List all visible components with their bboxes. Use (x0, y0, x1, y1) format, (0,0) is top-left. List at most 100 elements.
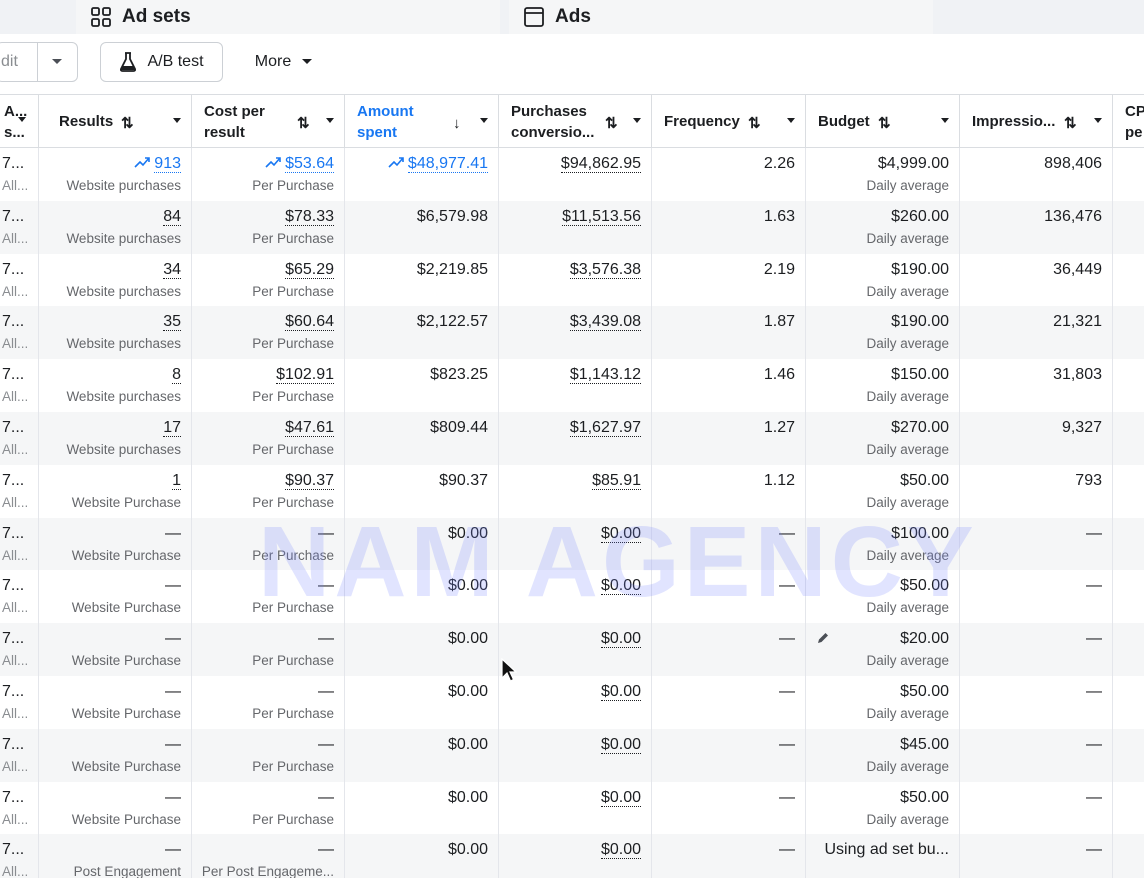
purchases-conversion-value[interactable]: $0.00 (600, 735, 641, 754)
purchases-conversion-link[interactable]: $0.00 (600, 683, 641, 701)
results-link[interactable]: 84 (163, 207, 181, 226)
column-header-results[interactable]: Results ⇅ (39, 95, 192, 147)
row-name-cell[interactable]: 7... All... (0, 253, 39, 307)
purchases-conversion-link[interactable]: $3,576.38 (569, 260, 641, 279)
purchases-conversion-value[interactable]: $3,576.38 (569, 260, 641, 279)
amount-spent-cell[interactable]: $809.44 (345, 412, 499, 465)
budget-cell[interactable]: $260.00 Daily average (806, 200, 960, 254)
table-row[interactable]: 7... All... 17 Website purchases $47.61 Per P… (0, 412, 1144, 465)
cost-per-result-value[interactable]: — (318, 789, 334, 807)
cost-per-result-value[interactable]: $90.37 (285, 471, 334, 490)
purchases-conversion-link[interactable]: $3,439.08 (569, 313, 641, 332)
cost-per-result-cell[interactable]: $90.37 Per Purchase (192, 464, 345, 518)
cost-per-result-cell[interactable]: $65.29 Per Purchase (192, 253, 345, 307)
cost-per-result-cell[interactable]: $53.64 Per Purchase (192, 148, 345, 201)
table-row[interactable]: 7... All... — Website Purchase — Per Purchase… (0, 570, 1144, 624)
frequency-cell[interactable]: 1.46 (652, 359, 806, 412)
cost-per-result-cell[interactable]: — Per Purchase (192, 781, 345, 835)
row-name-cell[interactable]: 7... All... (0, 676, 39, 729)
results-cell[interactable]: — Website Purchase (39, 570, 192, 624)
cost-per-result-cell[interactable]: — Per Purchase (192, 623, 345, 676)
purchases-conversion-cell[interactable]: $11,513.56 (499, 200, 652, 254)
cost-per-result-link[interactable]: $47.61 (285, 419, 334, 437)
results-value[interactable]: — (165, 577, 181, 595)
results-link[interactable]: 35 (163, 313, 181, 332)
purchases-conversion-cell[interactable]: $3,576.38 (499, 253, 652, 307)
cost-per-result-value[interactable]: $53.64 (265, 155, 334, 173)
results-cell[interactable]: — Post Engagement (39, 834, 192, 878)
frequency-cell[interactable]: — (652, 834, 806, 878)
results-cell[interactable]: 1 Website Purchase (39, 464, 192, 518)
purchases-conversion-link[interactable]: $94,862.95 (560, 155, 641, 173)
row-name-cell[interactable]: 7... All... (0, 834, 39, 878)
results-cell[interactable]: 34 Website purchases (39, 253, 192, 307)
table-row[interactable]: 7... All... 35 Website purchases $60.64 Per P… (0, 306, 1144, 360)
purchases-conversion-value[interactable]: $94,862.95 (560, 155, 641, 173)
budget-cell[interactable]: $50.00 Daily average (806, 676, 960, 729)
cost-per-result-cell[interactable]: $102.91 Per Purchase (192, 359, 345, 412)
purchases-conversion-link[interactable]: $0.00 (600, 577, 641, 596)
cost-per-result-value[interactable]: — (318, 630, 334, 648)
column-header-truncated[interactable]: A... s... (0, 95, 39, 147)
table-row[interactable]: 7... All... — Post Engagement — Per Post Enga… (0, 834, 1144, 878)
results-value[interactable]: — (165, 736, 181, 754)
purchases-conversion-cell[interactable]: $3,439.08 (499, 306, 652, 360)
cost-per-result-cell[interactable]: — Per Purchase (192, 517, 345, 571)
impressions-cell[interactable]: 21,321 (960, 306, 1113, 360)
results-value[interactable]: — (165, 841, 181, 859)
results-value[interactable]: 913 (134, 155, 181, 173)
purchases-conversion-cell[interactable]: $0.00 (499, 623, 652, 676)
purchases-conversion-link[interactable]: $11,513.56 (562, 207, 641, 226)
purchases-conversion-value[interactable]: $0.00 (600, 524, 641, 543)
cost-per-result-link[interactable]: $53.64 (285, 155, 334, 173)
budget-cell[interactable]: $190.00 Daily average (806, 253, 960, 307)
impressions-cell[interactable]: — (960, 728, 1113, 782)
row-name-cell[interactable]: 7... All... (0, 623, 39, 676)
cost-per-result-link[interactable]: $78.33 (285, 207, 334, 226)
row-name-cell[interactable]: 7... All... (0, 412, 39, 465)
tab-ad-sets[interactable]: Ad sets (76, 0, 500, 34)
column-header-amount-spent[interactable]: Amount spent ↓ (345, 95, 499, 147)
cost-per-result-cell[interactable]: — Per Purchase (192, 570, 345, 624)
cost-per-result-value[interactable]: $65.29 (285, 260, 334, 279)
tab-ads[interactable]: Ads (509, 0, 933, 34)
amount-spent-value[interactable]: $48,977.41 (388, 155, 488, 173)
budget-cell[interactable]: $150.00 Daily average (806, 359, 960, 412)
impressions-cell[interactable]: — (960, 676, 1113, 729)
amount-spent-cell[interactable]: $48,977.41 (345, 148, 499, 201)
cost-per-result-value[interactable]: $60.64 (285, 313, 334, 332)
frequency-cell[interactable]: — (652, 676, 806, 729)
table-row[interactable]: 7... All... — Website Purchase — Per Purchase… (0, 623, 1144, 676)
amount-spent-link[interactable]: $48,977.41 (407, 155, 488, 173)
budget-cell[interactable]: $50.00 Daily average (806, 781, 960, 835)
purchases-conversion-value[interactable]: $0.00 (600, 788, 641, 807)
impressions-cell[interactable]: — (960, 781, 1113, 835)
edit-pencil-icon[interactable] (816, 631, 830, 650)
frequency-cell[interactable]: — (652, 570, 806, 624)
results-value[interactable]: 84 (163, 207, 181, 226)
column-header-cost-per-result[interactable]: Cost per result ⇅ (192, 95, 345, 147)
purchases-conversion-cell[interactable]: $0.00 (499, 676, 652, 729)
purchases-conversion-cell[interactable]: $85.91 (499, 464, 652, 518)
amount-spent-cell[interactable]: $823.25 (345, 359, 499, 412)
impressions-cell[interactable]: 9,327 (960, 412, 1113, 465)
results-cell[interactable]: — Website Purchase (39, 728, 192, 782)
table-row[interactable]: 7... All... 8 Website purchases $102.91 Per P… (0, 359, 1144, 412)
budget-cell[interactable]: $100.00 Daily average (806, 517, 960, 571)
budget-cell[interactable]: $20.00 Daily average (806, 623, 960, 676)
table-row[interactable]: 7... All... — Website Purchase — Per Purchase… (0, 517, 1144, 571)
purchases-conversion-value[interactable]: $0.00 (600, 630, 641, 649)
cost-per-result-value[interactable]: — (318, 736, 334, 754)
frequency-cell[interactable]: — (652, 728, 806, 782)
cost-per-result-cell[interactable]: $78.33 Per Purchase (192, 200, 345, 254)
table-row[interactable]: 7... All... 913 Website purchases $53.64 Per … (0, 148, 1144, 201)
frequency-cell[interactable]: — (652, 781, 806, 835)
column-header-cpm[interactable]: CP pe (1113, 95, 1144, 147)
budget-cell[interactable]: $4,999.00 Daily average (806, 148, 960, 201)
cost-per-result-link[interactable]: $60.64 (285, 313, 334, 332)
frequency-cell[interactable]: 1.27 (652, 412, 806, 465)
amount-spent-cell[interactable]: $0.00 (345, 517, 499, 571)
cost-per-result-cell[interactable]: — Per Purchase (192, 728, 345, 782)
purchases-conversion-cell[interactable]: $94,862.95 (499, 148, 652, 201)
table-row[interactable]: 7... All... — Website Purchase — Per Purchase… (0, 676, 1144, 729)
